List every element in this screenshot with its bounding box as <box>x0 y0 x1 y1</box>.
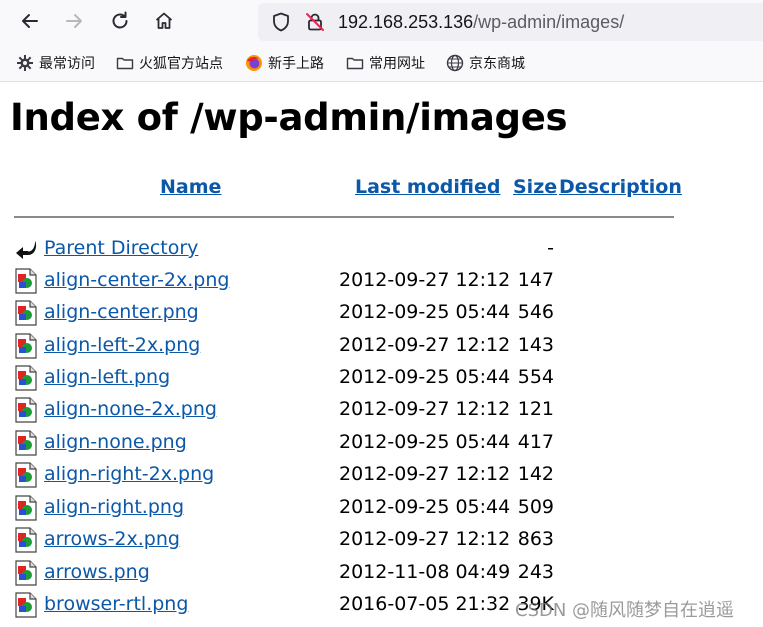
last-modified-cell: 2012-09-27 12:12 <box>339 528 511 550</box>
last-modified-cell: 2012-09-25 05:44 <box>339 431 511 453</box>
image-file-icon <box>15 333 37 359</box>
last-modified-cell: 2012-09-25 05:44 <box>339 366 511 388</box>
image-file-icon <box>15 462 37 488</box>
size-cell: 147 <box>517 269 554 291</box>
last-modified-cell: 2012-09-25 05:44 <box>339 496 511 518</box>
size-cell: 863 <box>517 528 554 550</box>
image-file-icon <box>15 560 37 586</box>
file-link[interactable]: arrows.png <box>44 561 150 583</box>
last-modified-cell: 2012-09-25 05:44 <box>339 301 511 323</box>
image-file-icon <box>15 300 37 326</box>
address-bar[interactable]: 192.168.253.136/wp-admin/images/ <box>258 3 763 41</box>
firefox-icon <box>246 55 262 71</box>
image-file-icon <box>15 527 37 553</box>
back-arrow-icon <box>22 14 38 28</box>
home-button[interactable] <box>149 6 179 36</box>
size-cell: 554 <box>517 366 554 388</box>
last-modified-cell: 2012-09-27 12:12 <box>339 463 511 485</box>
insecure-lock-icon[interactable] <box>304 11 326 33</box>
last-modified-cell: 2012-09-27 12:12 <box>339 334 511 356</box>
file-link[interactable]: align-right.png <box>44 496 184 518</box>
file-link[interactable]: align-right-2x.png <box>44 463 214 485</box>
size-cell: - <box>547 237 554 259</box>
last-modified-cell: 2012-11-08 04:49 <box>339 561 511 583</box>
bookmark-label: 火狐官方站点 <box>139 56 223 72</box>
page-title: Index of /wp-admin/images <box>10 96 568 139</box>
image-file-icon <box>15 365 37 391</box>
last-modified-cell: 2012-09-27 12:12 <box>339 269 511 291</box>
folder-icon <box>116 57 134 70</box>
back-button[interactable] <box>15 6 45 36</box>
back-arrow-icon <box>16 241 37 259</box>
shield-icon[interactable] <box>270 11 292 33</box>
url-host: 192.168.253.136 <box>338 12 474 32</box>
column-header-description[interactable]: Description <box>559 176 682 198</box>
table-row-parent-directory: Parent Directory - <box>14 236 574 264</box>
last-modified-cell: 2016-07-05 21:32 <box>339 593 511 615</box>
bookmark-firefox-official[interactable]: 火狐官方站点 <box>116 53 223 73</box>
file-link[interactable]: arrows-2x.png <box>44 528 180 550</box>
size-cell: 243 <box>517 561 554 583</box>
url-text[interactable]: 192.168.253.136/wp-admin/images/ <box>338 12 624 33</box>
bookmark-label: 新手上路 <box>268 56 324 72</box>
file-link[interactable]: align-left.png <box>44 366 170 388</box>
folder-icon <box>346 57 364 70</box>
home-icon <box>155 12 173 29</box>
image-file-icon <box>15 592 37 618</box>
file-link[interactable]: align-none.png <box>44 431 187 453</box>
forward-arrow-icon <box>66 14 82 28</box>
image-file-icon <box>15 268 37 294</box>
gear-icon <box>17 55 33 71</box>
image-file-icon <box>15 397 37 423</box>
file-link[interactable]: align-left-2x.png <box>44 334 200 356</box>
bookmark-label: 最常访问 <box>39 56 95 72</box>
column-header-size[interactable]: Size <box>513 176 557 198</box>
size-cell: 417 <box>517 431 554 453</box>
globe-icon <box>446 54 464 72</box>
watermark: CSDN @随风随梦自在逍遥 <box>515 600 735 621</box>
image-file-icon <box>15 430 37 456</box>
url-path: /wp-admin/images/ <box>473 12 625 32</box>
size-cell: 121 <box>517 398 554 420</box>
size-cell: 509 <box>517 496 554 518</box>
table-row: align-left.png 2012-09-25 05:44 554 <box>14 365 574 393</box>
file-link[interactable]: align-center-2x.png <box>44 269 229 291</box>
table-row: arrows-2x.png 2012-09-27 12:12 863 <box>14 527 574 555</box>
table-row: browser-rtl.png 2016-07-05 21:32 39K <box>14 592 574 620</box>
column-header-name[interactable]: Name <box>160 176 221 198</box>
table-row: align-left-2x.png 2012-09-27 12:12 143 <box>14 333 574 361</box>
column-header-last-modified[interactable]: Last modified <box>355 176 500 198</box>
size-cell: 142 <box>517 463 554 485</box>
file-link[interactable]: browser-rtl.png <box>44 593 188 615</box>
table-row: arrows.png 2012-11-08 04:49 243 <box>14 560 574 588</box>
bookmarks-bar: 最常访问 火狐官方站点 新手上路 常用网址 京东商城 <box>0 44 763 82</box>
table-row: align-right-2x.png 2012-09-27 12:12 142 <box>14 462 574 490</box>
forward-button[interactable] <box>59 6 89 36</box>
parent-directory-link[interactable]: Parent Directory <box>44 237 198 259</box>
table-row: align-right.png 2012-09-25 05:44 509 <box>14 495 574 523</box>
table-row: align-center-2x.png 2012-09-27 12:12 147 <box>14 268 574 296</box>
file-link[interactable]: align-center.png <box>44 301 199 323</box>
size-cell: 546 <box>517 301 554 323</box>
reload-icon <box>112 11 128 29</box>
bookmark-most-visited[interactable]: 最常访问 <box>16 53 95 73</box>
browser-toolbar: 192.168.253.136/wp-admin/images/ <box>0 0 763 44</box>
bookmark-common-sites[interactable]: 常用网址 <box>346 53 425 73</box>
table-row: align-none-2x.png 2012-09-27 12:12 121 <box>14 397 574 425</box>
image-file-icon <box>15 495 37 521</box>
bookmark-label: 常用网址 <box>369 56 425 72</box>
last-modified-cell: 2012-09-27 12:12 <box>339 398 511 420</box>
bookmark-label: 京东商城 <box>469 56 525 72</box>
bookmark-getting-started[interactable]: 新手上路 <box>245 53 324 73</box>
file-link[interactable]: align-none-2x.png <box>44 398 217 420</box>
header-divider <box>14 216 674 218</box>
table-row: align-center.png 2012-09-25 05:44 546 <box>14 300 574 328</box>
bookmark-jd-mall[interactable]: 京东商城 <box>446 53 525 73</box>
size-cell: 143 <box>517 334 554 356</box>
table-row: align-none.png 2012-09-25 05:44 417 <box>14 430 574 458</box>
reload-button[interactable] <box>105 6 135 36</box>
